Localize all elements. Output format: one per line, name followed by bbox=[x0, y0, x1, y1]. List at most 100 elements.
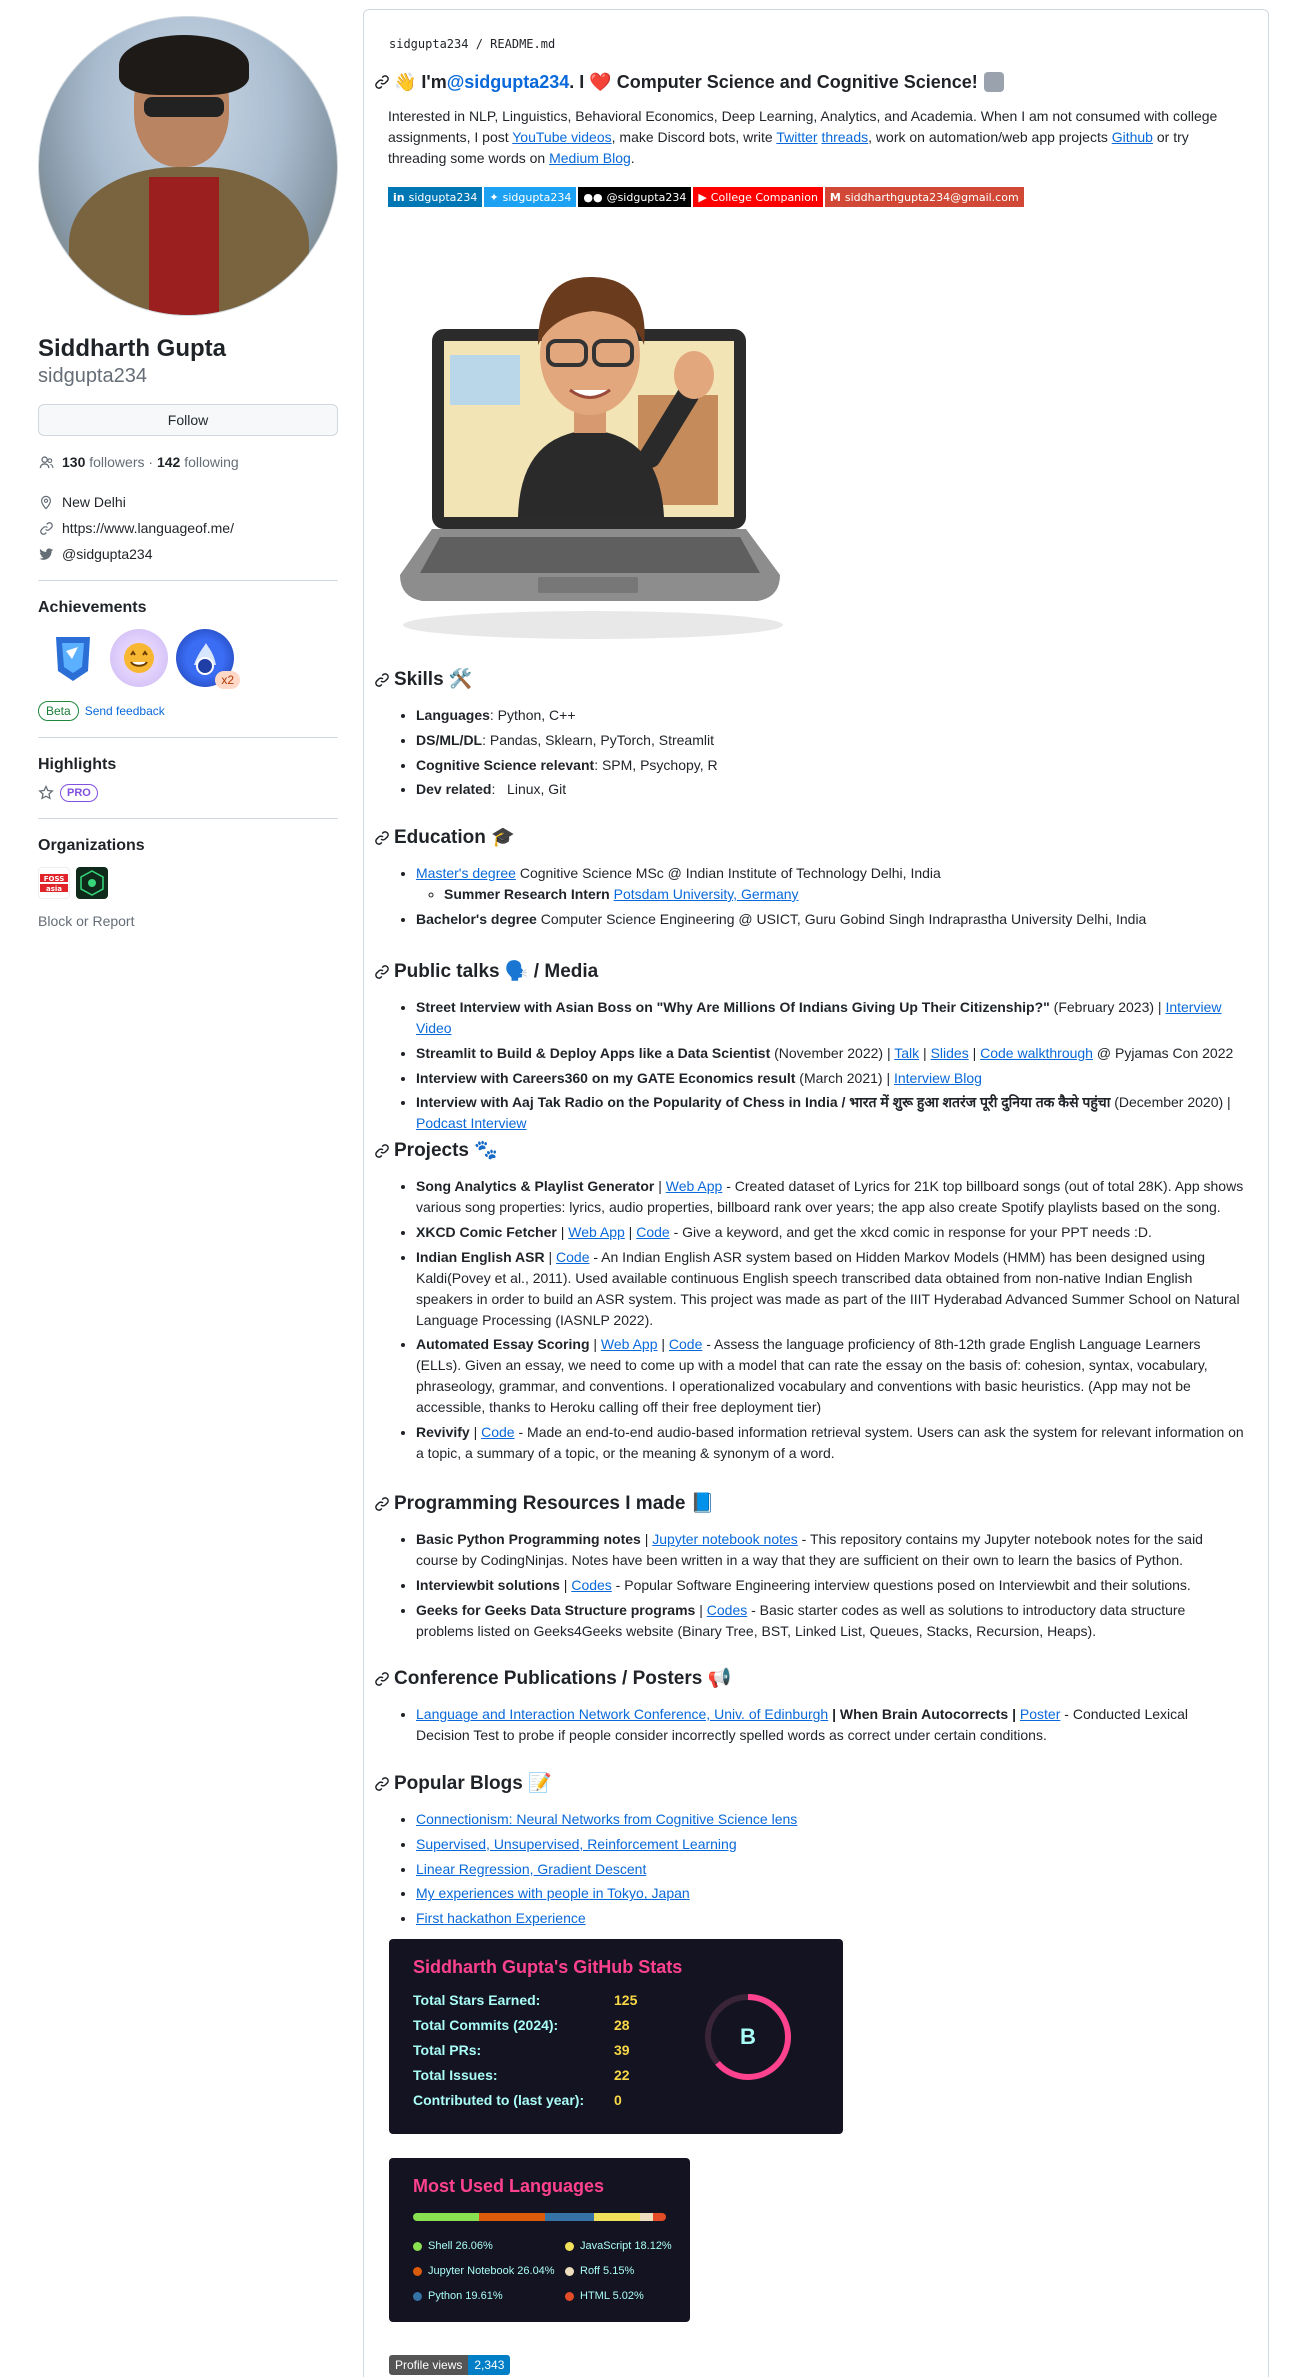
codes-link[interactable]: Codes bbox=[571, 1577, 611, 1593]
gmail-shield[interactable]: Msiddharthgupta234@gmail.com bbox=[824, 187, 1024, 207]
anchor-link-icon[interactable] bbox=[374, 74, 390, 90]
skill-key: Dev related bbox=[416, 781, 492, 798]
achievement-badge-quickdraw[interactable] bbox=[44, 629, 102, 687]
blogs-list: Connectionism: Neural Networks from Cogn… bbox=[388, 1809, 1244, 1929]
lang-item: JavaScript 18.12% bbox=[565, 2240, 672, 2252]
talk-text: (March 2021) | bbox=[795, 1069, 894, 1086]
slides-link[interactable]: Slides bbox=[931, 1045, 969, 1061]
youtube-shield[interactable]: ▶ College Companion bbox=[693, 187, 823, 207]
project-text: - Made an end-to-end audio-based informa… bbox=[416, 1424, 1244, 1462]
lang-item: Jupyter Notebook 26.04% bbox=[413, 2265, 555, 2277]
star-icon bbox=[38, 785, 54, 801]
poster-link[interactable]: Poster bbox=[1020, 1706, 1060, 1722]
medium-shield[interactable]: ●● @sidgupta234 bbox=[578, 187, 692, 207]
following-count[interactable]: 142 bbox=[157, 452, 180, 472]
masters-degree-link[interactable]: Master's degree bbox=[416, 865, 516, 881]
achievement-badge-starstruck[interactable] bbox=[110, 629, 168, 687]
languages-bar bbox=[413, 2213, 666, 2221]
list-item: Interview with Careers360 on my GATE Eco… bbox=[416, 1068, 1244, 1089]
linkedin-shield[interactable]: in sidgupta234 bbox=[388, 187, 483, 207]
profile-page: Siddharth Gupta sidgupta234 Follow 130 f… bbox=[0, 0, 1293, 2377]
readme-path-user[interactable]: sidgupta234 bbox=[389, 37, 468, 51]
language-bar-segment bbox=[478, 2213, 545, 2221]
location-text: New Delhi bbox=[62, 494, 126, 510]
following-label[interactable]: following bbox=[184, 452, 238, 472]
lang-dot bbox=[565, 2266, 574, 2276]
web-app-link[interactable]: Web App bbox=[601, 1336, 658, 1352]
pipe: | bbox=[640, 1531, 653, 1547]
readme-path-file[interactable]: README.md bbox=[490, 37, 555, 51]
list-item: Interviewbit solutions | Codes - Popular… bbox=[416, 1575, 1244, 1596]
potsdam-link[interactable]: Potsdam University, Germany bbox=[614, 886, 799, 902]
location-row: New Delhi bbox=[38, 492, 340, 512]
anchor-link-icon[interactable] bbox=[374, 830, 390, 846]
talk-text: (December 2020) | bbox=[1110, 1094, 1231, 1111]
blog-link[interactable]: Supervised, Unsupervised, Reinforcement … bbox=[416, 1836, 737, 1852]
top-languages-card[interactable]: Most Used Languages Shell 26.06% Jupyter… bbox=[389, 2158, 690, 2322]
stat-label: Total Issues: bbox=[413, 2067, 498, 2083]
talk-text: (February 2023) | bbox=[1049, 999, 1166, 1015]
website-link[interactable]: https://www.languageof.me/ bbox=[62, 518, 234, 538]
org-avatar-fossasia[interactable]: FOSS asia bbox=[38, 867, 70, 899]
code-link[interactable]: Code bbox=[556, 1249, 589, 1265]
codes-link[interactable]: Codes bbox=[707, 1602, 747, 1618]
list-item: Cognitive Science relevant: SPM, Psychop… bbox=[416, 755, 1244, 776]
followers-count[interactable]: 130 bbox=[62, 452, 85, 472]
blog-link[interactable]: Linear Regression, Gradient Descent bbox=[416, 1861, 646, 1877]
pipe: | bbox=[968, 1044, 981, 1061]
code-link[interactable]: Code bbox=[669, 1336, 702, 1352]
jupyter-notes-link[interactable]: Jupyter notebook notes bbox=[652, 1531, 798, 1547]
language-bar-segment bbox=[544, 2213, 595, 2221]
projects-heading: Projects 🐾 bbox=[394, 1140, 498, 1161]
stat-label: Contributed to (last year): bbox=[413, 2092, 585, 2108]
title-handle-link[interactable]: @sidgupta234 bbox=[447, 69, 570, 95]
block-report-link[interactable]: Block or Report bbox=[38, 913, 340, 929]
conference-link[interactable]: Language and Interaction Network Confere… bbox=[416, 1706, 828, 1722]
blog-link[interactable]: First hackathon Experience bbox=[416, 1910, 586, 1926]
web-app-link[interactable]: Web App bbox=[568, 1224, 625, 1240]
twitter-shield[interactable]: ✦ sidgupta234 bbox=[484, 187, 577, 207]
podcast-interview-link[interactable]: Podcast Interview bbox=[416, 1115, 527, 1131]
follow-button[interactable]: Follow bbox=[38, 404, 338, 436]
threads-link[interactable]: threads bbox=[821, 129, 868, 145]
anchor-link-icon[interactable] bbox=[374, 672, 390, 688]
resource-title: Interviewbit solutions bbox=[416, 1576, 560, 1593]
code-link[interactable]: Code bbox=[636, 1224, 669, 1240]
anchor-link-icon[interactable] bbox=[374, 1496, 390, 1512]
web-app-link[interactable]: Web App bbox=[666, 1178, 723, 1194]
location-icon bbox=[38, 494, 54, 510]
interview-blog-link[interactable]: Interview Blog bbox=[894, 1070, 982, 1086]
github-stats-card[interactable]: Siddharth Gupta's GitHub Stats Total Sta… bbox=[389, 1939, 843, 2134]
lang-name: Python 19.61% bbox=[428, 2290, 503, 2302]
github-link[interactable]: Github bbox=[1112, 129, 1153, 145]
youtube-link[interactable]: YouTube videos bbox=[512, 129, 611, 145]
achievements-heading[interactable]: Achievements bbox=[38, 597, 340, 619]
talk-link[interactable]: Talk bbox=[894, 1045, 919, 1061]
list-item: Languages: Python, C++ bbox=[416, 705, 1244, 726]
org-avatar-second[interactable] bbox=[76, 867, 108, 899]
anchor-link-icon[interactable] bbox=[374, 1671, 390, 1687]
twitter-handle[interactable]: @sidgupta234 bbox=[62, 544, 153, 564]
anchor-link-icon[interactable] bbox=[374, 964, 390, 980]
blog-link[interactable]: My experiences with people in Tokyo, Jap… bbox=[416, 1885, 690, 1901]
lang-name: HTML 5.02% bbox=[580, 2290, 644, 2302]
avatar[interactable] bbox=[38, 16, 338, 316]
anchor-link-icon[interactable] bbox=[374, 1143, 390, 1159]
code-link[interactable]: Code bbox=[481, 1424, 514, 1440]
profile-name: Siddharth Gupta bbox=[38, 335, 226, 362]
blog-link[interactable]: Connectionism: Neural Networks from Cogn… bbox=[416, 1811, 797, 1827]
skill-value: : Python, C++ bbox=[489, 707, 576, 723]
achievement-badge-pull-shark[interactable]: x2 bbox=[176, 629, 240, 689]
followers-label[interactable]: followers bbox=[89, 452, 144, 472]
people-icon bbox=[38, 454, 54, 470]
project-title: XKCD Comic Fetcher bbox=[416, 1223, 557, 1240]
anchor-link-icon[interactable] bbox=[374, 1776, 390, 1792]
send-feedback-link[interactable]: Send feedback bbox=[85, 704, 165, 718]
project-title: Song Analytics & Playlist Generator bbox=[416, 1178, 655, 1194]
twitter-link[interactable]: Twitter bbox=[776, 129, 817, 145]
medium-link[interactable]: Medium Blog bbox=[549, 150, 631, 166]
code-walkthrough-link[interactable]: Code walkthrough bbox=[980, 1045, 1093, 1061]
link-icon bbox=[38, 520, 54, 536]
title-post: . I ❤️ Computer Science and Cognitive Sc… bbox=[569, 72, 978, 92]
resources-list: Basic Python Programming notes | Jupyter… bbox=[388, 1529, 1244, 1642]
